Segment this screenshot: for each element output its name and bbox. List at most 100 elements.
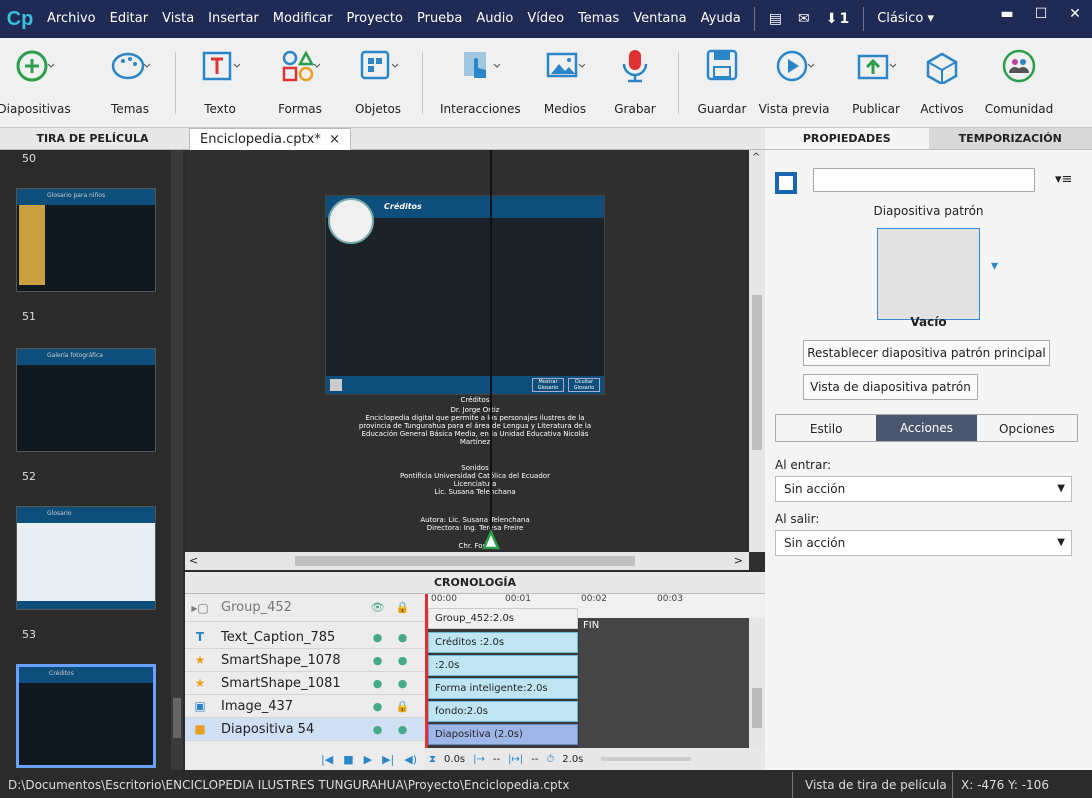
lock-icon[interactable]: 🔒 bbox=[390, 700, 415, 713]
scroll-thumb[interactable] bbox=[752, 295, 762, 450]
timeline-row[interactable]: ★ SmartShape_1081 ● ● bbox=[185, 672, 425, 695]
visibility-dot[interactable]: ● bbox=[365, 723, 390, 736]
master-dropdown-icon[interactable]: ▾ bbox=[991, 258, 998, 274]
menu-prueba[interactable]: Prueba bbox=[410, 0, 469, 38]
slides-button[interactable]: Diapositivas bbox=[0, 44, 74, 116]
panel-icon[interactable]: ▤ bbox=[761, 11, 790, 27]
in-point-icon[interactable]: |→ bbox=[473, 754, 485, 765]
timeline-row-selected[interactable]: ■ Diapositiva 54 ● ● bbox=[185, 718, 425, 741]
timeline-bar[interactable]: Forma inteligente:2.0s bbox=[428, 678, 578, 699]
home-icon[interactable] bbox=[330, 379, 342, 391]
stage-horizontal-scrollbar[interactable]: < > bbox=[185, 552, 749, 570]
next-icon[interactable]: ▶| bbox=[382, 753, 394, 766]
hide-glossary-button[interactable]: Ocultar Glosario bbox=[568, 378, 600, 392]
subtab-style[interactable]: Estilo bbox=[776, 415, 876, 441]
visibility-dot[interactable]: ● bbox=[365, 654, 390, 667]
master-slide-thumbnail[interactable] bbox=[877, 228, 980, 320]
scroll-left-icon[interactable]: < bbox=[189, 554, 198, 567]
menu-audio[interactable]: Audio bbox=[469, 0, 520, 38]
tab-properties[interactable]: PROPIEDADES bbox=[765, 128, 929, 149]
scroll-up-icon[interactable]: ^ bbox=[752, 152, 760, 163]
shapes-button[interactable]: Formas bbox=[260, 44, 340, 116]
community-button[interactable]: Comunidad bbox=[979, 44, 1059, 116]
save-button[interactable]: Guardar bbox=[682, 44, 762, 116]
timeline-row[interactable]: ★ SmartShape_1078 ● ● bbox=[185, 649, 425, 672]
slide-preview[interactable]: Créditos Mostrar Glosario Ocultar Glosar… bbox=[325, 195, 605, 395]
filmstrip-scrollbar[interactable] bbox=[171, 150, 183, 770]
stage-vertical-scrollbar[interactable]: ^ bbox=[749, 150, 765, 552]
lock-dot[interactable]: ● bbox=[390, 654, 415, 667]
timeline-bar[interactable]: Créditos :2.0s bbox=[428, 632, 578, 653]
lock-icon[interactable]: 🔒 bbox=[390, 601, 415, 614]
audio-icon[interactable]: ◀) bbox=[404, 753, 417, 766]
scroll-right-icon[interactable]: > bbox=[734, 554, 743, 567]
playhead-marker-icon[interactable] bbox=[482, 530, 500, 550]
timeline-bar[interactable]: :2.0s bbox=[428, 655, 578, 676]
menu-temas[interactable]: Temas bbox=[571, 0, 626, 38]
timeline-scrollbar[interactable] bbox=[749, 618, 765, 748]
text-button[interactable]: Texto bbox=[180, 44, 260, 116]
timeline-row[interactable]: ▣ Image_437 ● 🔒 bbox=[185, 695, 425, 718]
preview-button[interactable]: Vista previa bbox=[754, 44, 834, 116]
assets-button[interactable]: Activos bbox=[902, 44, 982, 116]
on-exit-select[interactable]: Sin acción ▼ bbox=[775, 530, 1072, 556]
view-master-button[interactable]: Vista de diapositiva patrón bbox=[803, 374, 978, 400]
stop-icon[interactable]: ■ bbox=[343, 753, 353, 766]
timeline-bar[interactable]: fondo:2.0s bbox=[428, 701, 578, 722]
slide-thumbnail[interactable]: Glosario bbox=[16, 506, 156, 610]
slide-style-icon[interactable] bbox=[775, 172, 797, 194]
rewind-icon[interactable]: |◀ bbox=[321, 753, 333, 766]
document-tab[interactable]: Enciclopedia.cptx* × bbox=[189, 128, 351, 150]
minimize-icon[interactable]: ▬ bbox=[990, 0, 1024, 28]
interactions-button[interactable]: Interacciones bbox=[440, 44, 521, 116]
scroll-thumb[interactable] bbox=[295, 556, 635, 566]
timeline-tracks[interactable]: 00:00 00:01 00:02 00:03 FIN Group_452:2.… bbox=[425, 594, 765, 770]
menu-archivo[interactable]: Archivo bbox=[40, 0, 103, 38]
notification-count[interactable]: 1 bbox=[839, 11, 857, 27]
slide-thumbnail[interactable]: Glosario para niños bbox=[16, 188, 156, 292]
lock-dot[interactable]: ● bbox=[390, 631, 415, 644]
themes-button[interactable]: Temas bbox=[90, 44, 170, 116]
objects-button[interactable]: Objetos bbox=[338, 44, 418, 116]
timeline-row[interactable]: T Text_Caption_785 ● ● bbox=[185, 626, 425, 649]
visibility-dot[interactable]: ● bbox=[365, 631, 390, 644]
zoom-slider[interactable] bbox=[601, 757, 692, 761]
maximize-icon[interactable]: ☐ bbox=[1024, 0, 1058, 28]
mail-icon[interactable]: ✉ bbox=[790, 11, 818, 27]
visibility-eye-icon[interactable]: 👁 bbox=[365, 601, 390, 614]
menu-modificar[interactable]: Modificar bbox=[266, 0, 340, 38]
menu-insertar[interactable]: Insertar bbox=[201, 0, 266, 38]
menu-ayuda[interactable]: Ayuda bbox=[694, 0, 748, 38]
lock-dot[interactable]: ● bbox=[390, 677, 415, 690]
menu-proyecto[interactable]: Proyecto bbox=[339, 0, 410, 38]
out-point-icon[interactable]: |↦| bbox=[508, 754, 523, 765]
scroll-thumb[interactable] bbox=[173, 698, 181, 738]
menu-video[interactable]: Vídeo bbox=[520, 0, 571, 38]
close-tab-icon[interactable]: × bbox=[329, 132, 340, 147]
scroll-thumb[interactable] bbox=[752, 688, 762, 728]
on-enter-select[interactable]: Sin acción ▼ bbox=[775, 476, 1072, 502]
subtab-actions[interactable]: Acciones bbox=[876, 415, 977, 441]
stage-canvas[interactable]: Créditos Mostrar Glosario Ocultar Glosar… bbox=[185, 150, 765, 570]
slide-thumbnail-selected[interactable]: Créditos bbox=[16, 664, 156, 768]
download-icon[interactable]: ⬇ bbox=[818, 11, 840, 27]
subtab-options[interactable]: Opciones bbox=[977, 415, 1077, 441]
slide-name-input[interactable] bbox=[813, 168, 1035, 192]
timeline-bar[interactable]: Group_452:2.0s bbox=[428, 608, 578, 629]
close-window-icon[interactable]: ✕ bbox=[1058, 0, 1092, 28]
play-icon[interactable]: ▶ bbox=[364, 753, 372, 766]
visibility-dot[interactable]: ● bbox=[365, 677, 390, 690]
timeline-row[interactable]: ▸▢ Group_452 👁 🔒 bbox=[185, 594, 425, 622]
workspace-mode-dropdown[interactable]: Clásico ▾ bbox=[870, 0, 941, 38]
panel-menu-icon[interactable]: ▾≡ bbox=[1055, 172, 1072, 187]
record-button[interactable]: Grabar bbox=[595, 44, 675, 116]
slide-thumbnail[interactable]: Galería fotográfica bbox=[16, 348, 156, 452]
visibility-dot[interactable]: ● bbox=[365, 700, 390, 713]
lock-dot[interactable]: ● bbox=[390, 723, 415, 736]
timeline-bar-selected[interactable]: Diapositiva (2.0s) bbox=[428, 724, 578, 745]
menu-ventana[interactable]: Ventana bbox=[626, 0, 693, 38]
menu-editar[interactable]: Editar bbox=[103, 0, 156, 38]
reset-master-button[interactable]: Restablecer diapositiva patrón principal bbox=[803, 340, 1050, 366]
show-glossary-button[interactable]: Mostrar Glosario bbox=[532, 378, 564, 392]
media-button[interactable]: Medios bbox=[525, 44, 605, 116]
